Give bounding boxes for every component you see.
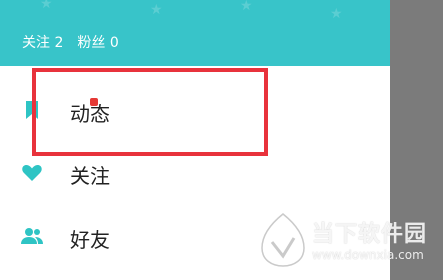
highlight-annotation — [32, 68, 268, 156]
watermark-logo-icon — [261, 213, 305, 267]
star-decoration: ★ — [40, 0, 53, 12]
people-icon — [21, 228, 43, 244]
site-watermark: 当下软件园 www.downxia.com — [258, 208, 443, 280]
profile-header: ★ ★ ★ ★ 关注 2 粉丝 0 — [0, 0, 390, 66]
follow-stats: 关注 2 粉丝 0 — [22, 32, 133, 52]
star-decoration: ★ — [150, 2, 163, 18]
followers-count: 0 — [109, 35, 119, 51]
watermark-url: www.downxia.com — [312, 248, 424, 262]
menu-item-label: 关注 — [70, 164, 110, 188]
star-decoration: ★ — [330, 6, 343, 22]
following-count: 2 — [54, 35, 64, 51]
menu-item-label: 好友 — [70, 228, 110, 252]
following-stat[interactable]: 关注 2 — [22, 35, 63, 51]
watermark-title: 当下软件园 — [312, 222, 428, 247]
heart-icon — [22, 165, 42, 181]
star-decoration: ★ — [240, 0, 253, 14]
followers-label: 粉丝 — [77, 35, 106, 51]
following-label: 关注 — [22, 35, 50, 51]
followers-stat[interactable]: 粉丝 0 — [77, 35, 118, 51]
